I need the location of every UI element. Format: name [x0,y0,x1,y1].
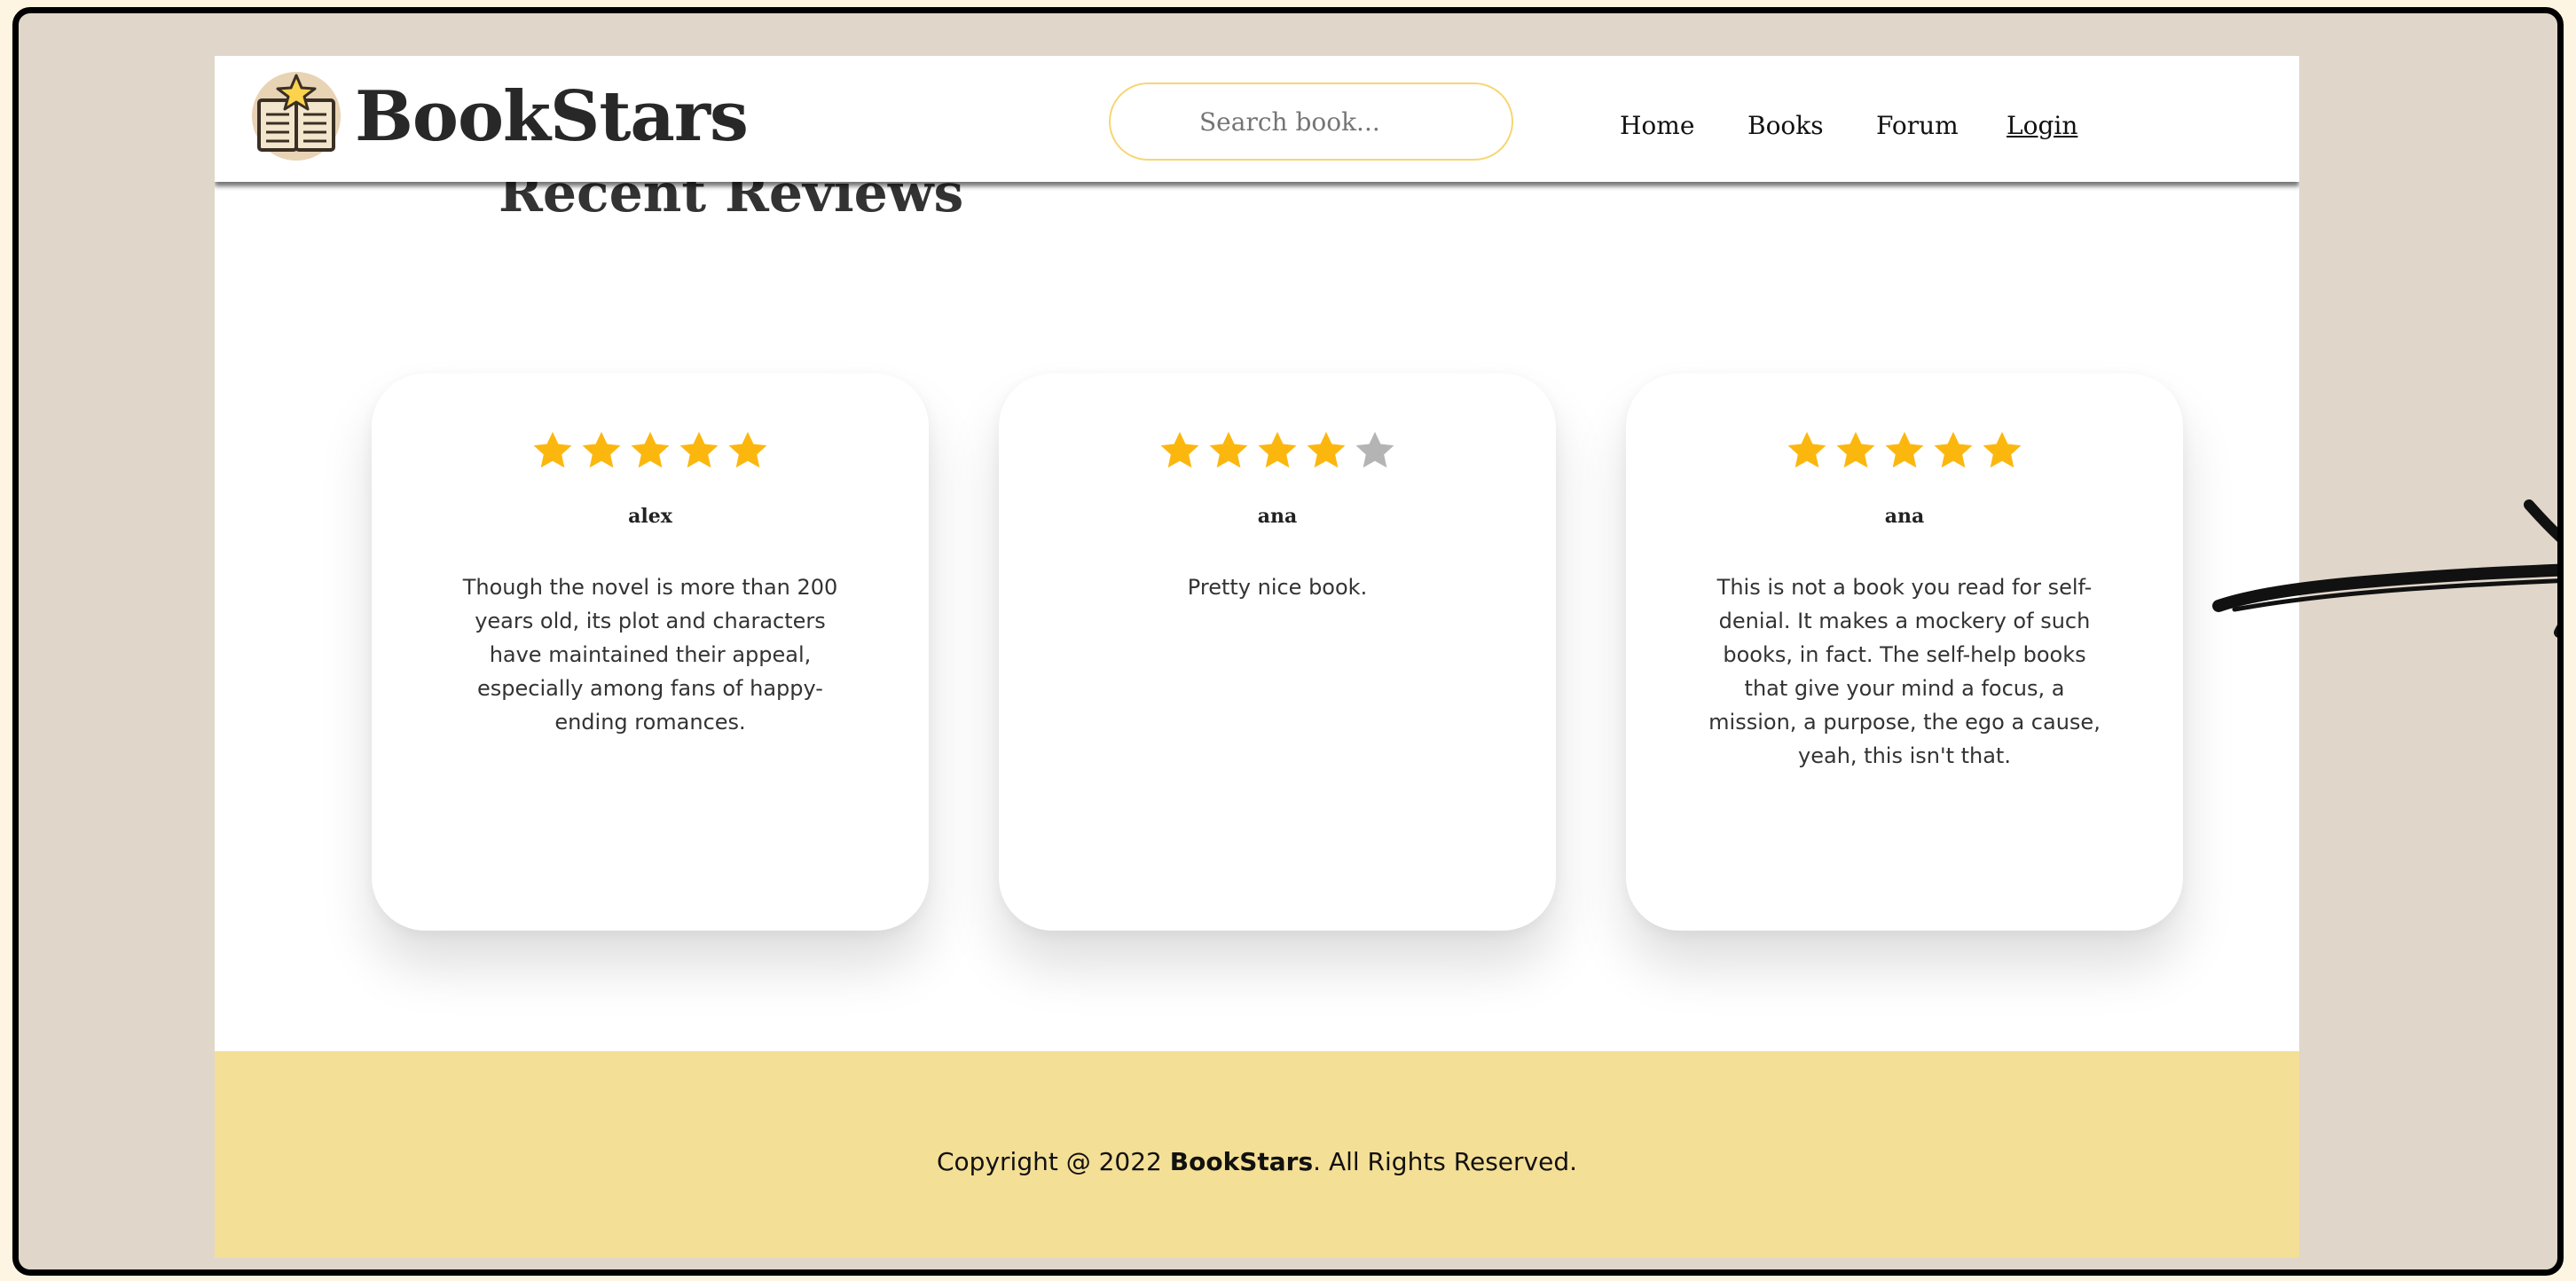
logo-text: BookStars [355,75,749,157]
web-page: Recent Reviews BookStars Search book... … [215,56,2299,1258]
star-rating [1626,428,2183,473]
search-input[interactable] [1109,83,1513,161]
copyright-suffix: . All Rights Reserved. [1313,1147,1577,1176]
reviewer-name: ana [1257,505,1298,528]
star-filled-icon [1836,431,1875,468]
star-filled-icon [679,431,719,468]
site-header: BookStars Home Books Forum Login [215,56,2299,182]
reviewer-name: ana [1884,505,1925,528]
review-text: Though the novel is more than 200 years … [462,575,838,735]
star-filled-icon [631,431,670,468]
star-empty-icon [1355,431,1394,468]
copyright-text: Copyright @ 2022 BookStars. All Rights R… [215,1147,2299,1176]
star-filled-icon [1787,431,1826,468]
hand-drawn-arrow-icon [2212,499,2557,638]
site-footer: Copyright @ 2022 BookStars. All Rights R… [215,1051,2299,1258]
nav-link-login[interactable]: Login [2007,111,2077,140]
review-text: This is not a book you read for self-den… [1708,575,2101,768]
review-card: alex Though the novel is more than 200 y… [372,373,929,931]
logo-link[interactable]: BookStars [250,70,749,162]
star-filled-icon [582,431,621,468]
star-rating [372,428,929,473]
star-filled-icon [728,431,767,468]
review-card: ana This is not a book you read for self… [1626,373,2183,931]
copyright-prefix: Copyright @ 2022 [937,1147,1170,1176]
star-filled-icon [1983,431,2022,468]
review-card: ana Pretty nice book. [999,373,1556,931]
star-filled-icon [533,431,572,468]
star-filled-icon [1160,431,1199,468]
reviewer-name: alex [628,505,672,528]
star-filled-icon [1885,431,1924,468]
review-text: Pretty nice book. [1187,575,1368,600]
nav-link-home[interactable]: Home [1620,111,1694,140]
star-filled-icon [1209,431,1248,468]
star-filled-icon [1934,431,1973,468]
star-rating [999,428,1556,473]
star-filled-icon [1258,431,1297,468]
star-filled-icon [1307,431,1346,468]
screenshot-frame: Recent Reviews BookStars Search book... … [12,7,2564,1276]
nav-link-books[interactable]: Books [1747,111,1824,140]
nav-link-forum[interactable]: Forum [1876,111,1959,140]
open-book-star-icon [252,72,341,161]
copyright-brand: BookStars [1169,1147,1314,1176]
